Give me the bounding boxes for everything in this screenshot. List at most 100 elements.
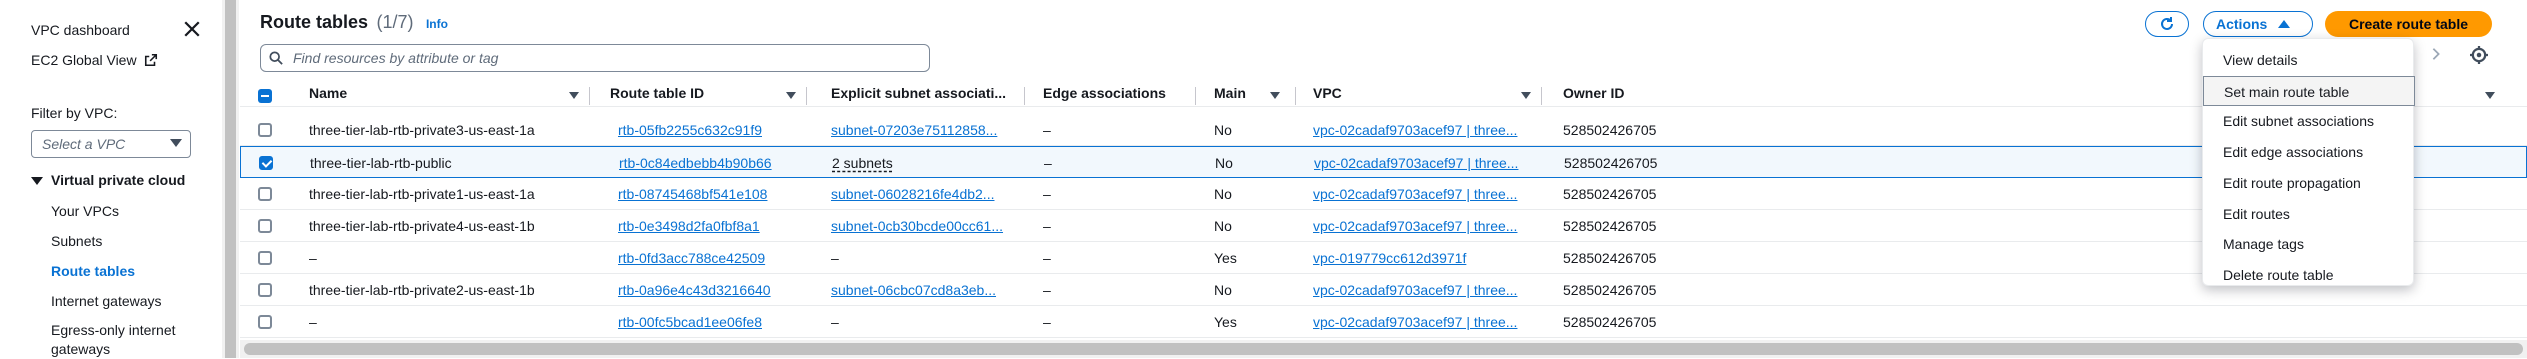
table-row[interactable]: three-tier-lab-rtb-private3-us-east-1a rt…	[240, 114, 2527, 146]
sidebar-section-virtual-private-cloud[interactable]: Virtual private cloud	[31, 172, 185, 188]
table-header: Name Route table ID Explicit subnet asso…	[240, 85, 2527, 107]
sort-icon[interactable]	[2485, 92, 2495, 99]
column-header-name[interactable]: Name	[309, 85, 347, 107]
column-resizer[interactable]	[1195, 87, 1196, 105]
column-resizer[interactable]	[1024, 87, 1025, 105]
column-resizer[interactable]	[589, 87, 590, 105]
cell-subnet-associations[interactable]: subnet-0cb30bcde00cc61...	[831, 210, 1016, 242]
table-row[interactable]: – rtb-00fc5bcad1ee06fe8 – – Yes vpc-02cadaf97…	[240, 306, 2527, 338]
sidebar-link-vpc-dashboard[interactable]: VPC dashboard	[31, 22, 130, 38]
actions-button[interactable]: Actions	[2203, 11, 2313, 37]
cell-subnet-associations[interactable]: subnet-06cbc07cd8a3eb...	[831, 274, 1016, 306]
menu-item-edit-routes[interactable]: Edit routes	[2203, 199, 2415, 229]
table-row[interactable]: three-tier-lab-rtb-public rtb-0c84edbebb4…	[240, 146, 2527, 178]
cell-owner-id: 528502426705	[1563, 314, 1657, 330]
menu-item-edit-subnet-associations[interactable]: Edit subnet associations	[2203, 106, 2415, 136]
row-checkbox[interactable]	[258, 123, 272, 137]
row-checkbox[interactable]	[258, 315, 272, 329]
cell-route-table-id-link[interactable]: rtb-0fd3acc788ce42509	[618, 242, 798, 274]
cell-edge-associations: –	[1043, 122, 1051, 138]
refresh-button[interactable]	[2145, 11, 2189, 37]
cell-name: three-tier-lab-rtb-private1-us-east-1a	[309, 186, 535, 202]
sidebar-scrollbar-thumb[interactable]	[225, 0, 236, 358]
cell-vpc-link[interactable]: vpc-02cadaf9703acef97 | three...	[1313, 306, 1533, 338]
cell-route-table-id-link[interactable]: rtb-0c84edbebb4b90b66	[619, 147, 799, 179]
cell-subnet-associations[interactable]: subnet-07203e75112858...	[831, 114, 1016, 146]
cell-edge-associations: –	[1043, 282, 1051, 298]
cell-main: No	[1215, 155, 1233, 171]
column-header-explicit-subnet-associations[interactable]: Explicit subnet associati...	[831, 85, 1006, 107]
column-header-edge-associations[interactable]: Edge associations	[1043, 85, 1166, 107]
info-link[interactable]: Info	[426, 17, 448, 31]
cell-name: three-tier-lab-rtb-private4-us-east-1b	[309, 218, 535, 234]
column-header-owner-id[interactable]: Owner ID	[1563, 85, 1624, 107]
sort-icon[interactable]	[1521, 92, 1531, 99]
sidebar-item-egress-only-internet-gateways[interactable]: Egress-only internet gateways	[51, 321, 191, 359]
menu-item-edit-edge-associations[interactable]: Edit edge associations	[2203, 137, 2415, 167]
cell-route-table-id-link[interactable]: rtb-0e3498d2fa0fbf8a1	[618, 210, 798, 242]
caret-up-icon	[2278, 20, 2290, 28]
cell-subnet-associations[interactable]: 2 subnets	[832, 147, 1017, 179]
cell-vpc-link[interactable]: vpc-02cadaf9703acef97 | three...	[1314, 147, 1534, 179]
column-header-main[interactable]: Main	[1214, 85, 1246, 107]
create-route-table-button[interactable]: Create route table	[2325, 11, 2492, 37]
external-link-icon	[145, 53, 158, 67]
cell-owner-id: 528502426705	[1563, 250, 1657, 266]
row-checkbox[interactable]	[258, 251, 272, 265]
vpc-filter-select[interactable]: Select a VPC	[31, 130, 191, 158]
cell-vpc-link[interactable]: vpc-019779cc612d3971f	[1313, 242, 1533, 274]
menu-item-view-details[interactable]: View details	[2203, 45, 2415, 75]
row-checkbox[interactable]	[259, 156, 273, 170]
cell-subnet-associations[interactable]: subnet-06028216fe4db2...	[831, 178, 1016, 210]
cell-route-table-id-link[interactable]: rtb-00fc5bcad1ee06fe8	[618, 306, 798, 338]
horizontal-scrollbar-thumb[interactable]	[244, 343, 2523, 355]
menu-item-manage-tags[interactable]: Manage tags	[2203, 229, 2415, 259]
cell-main: No	[1214, 122, 1232, 138]
close-icon[interactable]	[183, 20, 201, 38]
search-box	[260, 44, 930, 72]
sidebar-item-subnets[interactable]: Subnets	[51, 233, 102, 249]
search-input[interactable]	[291, 45, 911, 71]
table-row[interactable]: three-tier-lab-rtb-private4-us-east-1b rt…	[240, 210, 2527, 242]
cell-route-table-id-link[interactable]: rtb-08745468bf541e108	[618, 178, 798, 210]
sidebar-section-label: Virtual private cloud	[51, 172, 186, 188]
column-resizer[interactable]	[1295, 87, 1296, 105]
cell-route-table-id-link[interactable]: rtb-0a96e4c43d3216640	[618, 274, 798, 306]
caret-down-icon	[31, 177, 43, 186]
cell-vpc-link[interactable]: vpc-02cadaf9703acef97 | three...	[1313, 178, 1533, 210]
column-header-vpc[interactable]: VPC	[1313, 85, 1342, 107]
sort-icon[interactable]	[569, 92, 579, 99]
chevron-right-icon[interactable]	[2429, 47, 2443, 61]
cell-owner-id: 528502426705	[1563, 122, 1657, 138]
column-header-route-table-id[interactable]: Route table ID	[610, 85, 704, 107]
select-all-checkbox[interactable]	[258, 89, 272, 103]
cell-vpc-link[interactable]: vpc-02cadaf9703acef97 | three...	[1313, 210, 1533, 242]
cell-vpc-link[interactable]: vpc-02cadaf9703acef97 | three...	[1313, 274, 1533, 306]
cell-vpc-link[interactable]: vpc-02cadaf9703acef97 | three...	[1313, 114, 1533, 146]
column-resizer[interactable]	[1541, 87, 1542, 105]
menu-item-edit-route-propagation[interactable]: Edit route propagation	[2203, 168, 2415, 198]
table-row[interactable]: – rtb-0fd3acc788ce42509 – – Yes vpc-019779cc6…	[240, 242, 2527, 274]
row-checkbox[interactable]	[258, 219, 272, 233]
table-row[interactable]: three-tier-lab-rtb-private2-us-east-1b rt…	[240, 274, 2527, 306]
cell-main: No	[1214, 282, 1232, 298]
sidebar-link-ec2-global-view[interactable]: EC2 Global View	[31, 52, 158, 68]
cell-name: three-tier-lab-rtb-private3-us-east-1a	[309, 122, 535, 138]
cell-subnet-associations: –	[831, 314, 839, 330]
gear-icon[interactable]	[2470, 46, 2488, 64]
cell-route-table-id-link[interactable]: rtb-05fb2255c632c91f9	[618, 114, 798, 146]
sidebar-item-internet-gateways[interactable]: Internet gateways	[51, 293, 162, 309]
column-resizer[interactable]	[806, 87, 807, 105]
table-row[interactable]: three-tier-lab-rtb-private1-us-east-1a rt…	[240, 178, 2527, 210]
cell-main: Yes	[1214, 314, 1237, 330]
sort-icon[interactable]	[786, 92, 796, 99]
menu-item-delete-route-table[interactable]: Delete route table	[2203, 260, 2415, 290]
sidebar-item-route-tables[interactable]: Route tables	[51, 263, 135, 279]
cell-edge-associations: –	[1043, 314, 1051, 330]
cell-subnet-associations: –	[831, 250, 839, 266]
sort-icon[interactable]	[1270, 92, 1280, 99]
sidebar-item-your-vpcs[interactable]: Your VPCs	[51, 203, 119, 219]
row-checkbox[interactable]	[258, 187, 272, 201]
menu-item-set-main-route-table[interactable]: Set main route table	[2203, 75, 2415, 106]
row-checkbox[interactable]	[258, 283, 272, 297]
